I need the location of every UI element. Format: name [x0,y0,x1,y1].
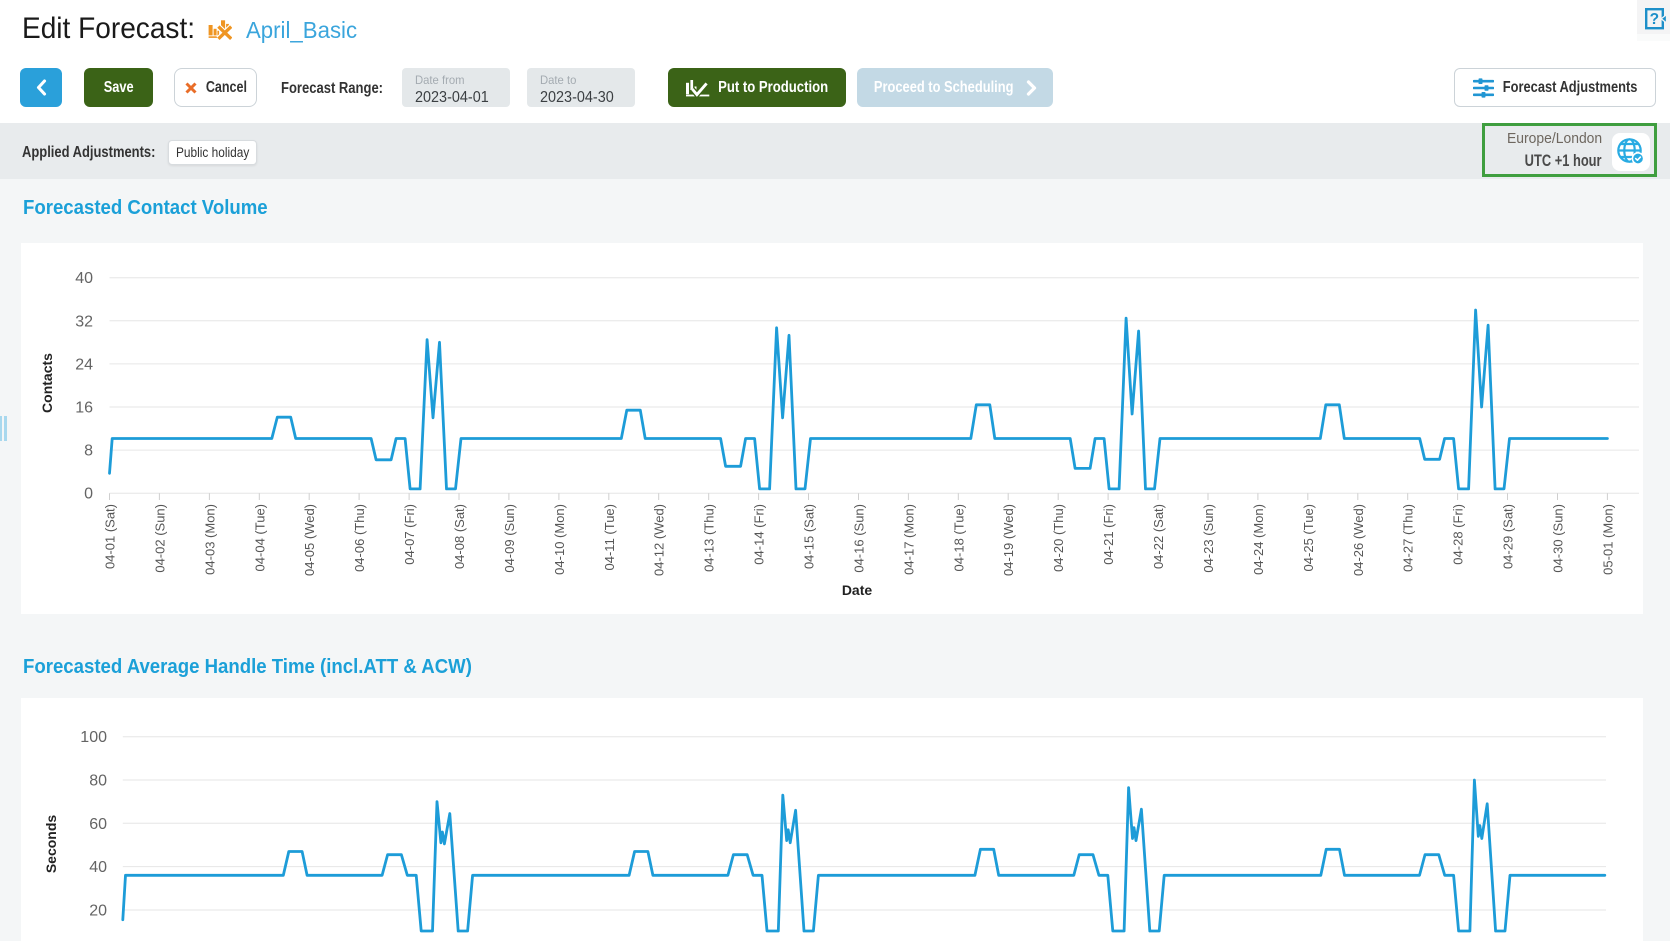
svg-text:04-04 (Tue): 04-04 (Tue) [252,504,267,571]
svg-text:04-24 (Mon): 04-24 (Mon) [1251,504,1266,575]
svg-text:04-05 (Wed): 04-05 (Wed) [302,504,317,576]
svg-text:04-14 (Fri): 04-14 (Fri) [752,504,767,565]
svg-text:Date: Date [842,582,873,598]
svg-text:04-25 (Tue): 04-25 (Tue) [1301,504,1316,571]
svg-text:04-11 (Tue): 04-11 (Tue) [602,504,617,570]
svg-text:04-03 (Mon): 04-03 (Mon) [202,504,217,575]
svg-text:04-08 (Sat): 04-08 (Sat) [452,504,467,569]
svg-text:32: 32 [75,313,93,330]
svg-text:40: 40 [75,270,93,287]
svg-text:04-06 (Thu): 04-06 (Thu) [352,504,367,572]
svg-text:04-30 (Sun): 04-30 (Sun) [1551,504,1566,573]
svg-text:05-01 (Mon): 05-01 (Mon) [1600,504,1615,575]
svg-text:04-12 (Wed): 04-12 (Wed) [652,504,667,576]
svg-text:60: 60 [89,816,107,833]
svg-text:04-23 (Sun): 04-23 (Sun) [1201,504,1216,573]
svg-text:80: 80 [89,773,107,790]
svg-text:16: 16 [75,400,93,417]
svg-text:04-02 (Sun): 04-02 (Sun) [152,504,167,573]
svg-text:04-22 (Sat): 04-22 (Sat) [1151,504,1166,569]
svg-text:04-17 (Mon): 04-17 (Mon) [901,504,916,575]
svg-text:04-27 (Thu): 04-27 (Thu) [1401,504,1416,572]
svg-text:04-09 (Sun): 04-09 (Sun) [502,504,517,573]
svg-text:04-01 (Sat): 04-01 (Sat) [103,504,118,569]
svg-text:20: 20 [89,903,107,920]
svg-text:8: 8 [84,443,93,460]
svg-text:Seconds: Seconds [43,815,59,874]
svg-text:04-15 (Sat): 04-15 (Sat) [802,504,817,569]
svg-text:Contacts: Contacts [39,353,55,413]
svg-text:04-18 (Tue): 04-18 (Tue) [951,504,966,571]
svg-text:04-28 (Fri): 04-28 (Fri) [1451,504,1466,565]
svg-text:04-10 (Mon): 04-10 (Mon) [552,504,567,575]
svg-text:40: 40 [89,859,107,876]
svg-text:04-13 (Thu): 04-13 (Thu) [702,504,717,572]
svg-text:04-26 (Wed): 04-26 (Wed) [1351,504,1366,576]
svg-text:?: ? [1650,11,1659,28]
svg-text:24: 24 [75,356,93,373]
svg-text:04-16 (Sun): 04-16 (Sun) [852,504,867,573]
svg-text:0: 0 [84,486,93,503]
svg-text:04-20 (Thu): 04-20 (Thu) [1051,504,1066,572]
svg-text:100: 100 [80,729,107,746]
svg-text:04-19 (Wed): 04-19 (Wed) [1001,504,1016,576]
svg-text:04-29 (Sat): 04-29 (Sat) [1501,504,1516,569]
svg-text:04-07 (Fri): 04-07 (Fri) [402,504,417,565]
svg-text:04-21 (Fri): 04-21 (Fri) [1101,504,1116,565]
